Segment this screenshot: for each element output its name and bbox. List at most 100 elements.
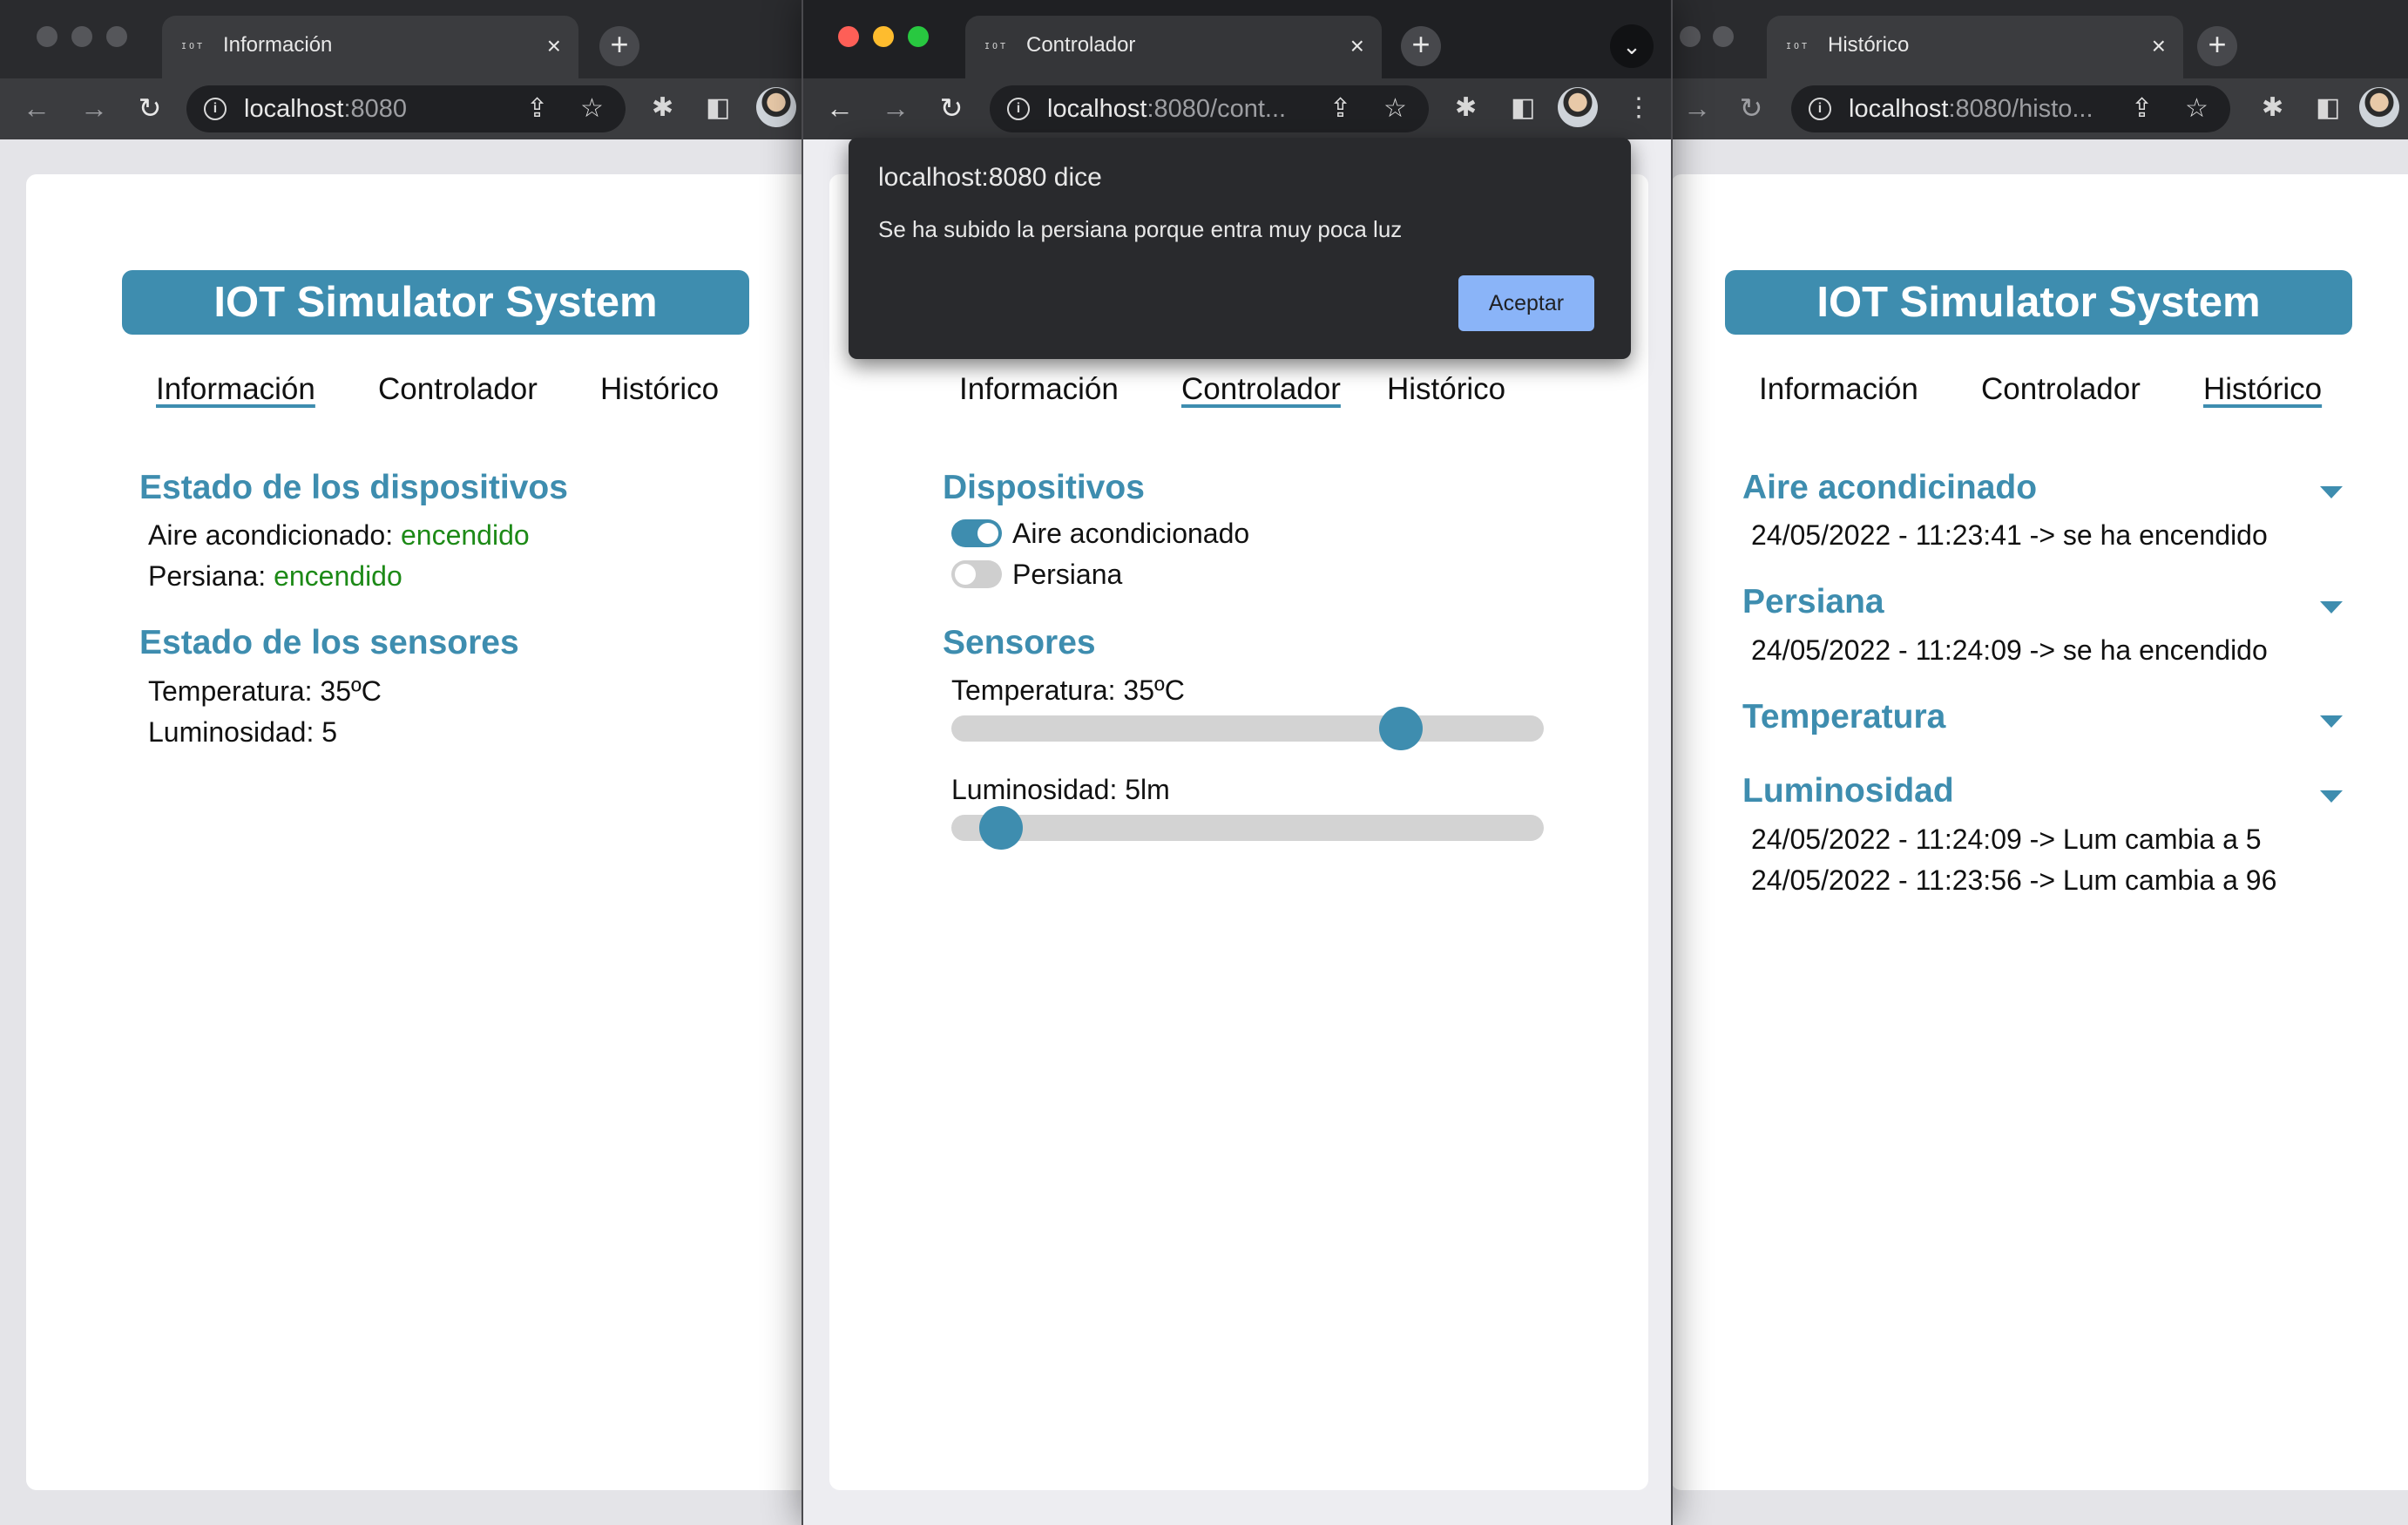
tab-strip: IOT Histórico × + [1671,0,2408,78]
close-tab-icon[interactable]: × [547,30,561,62]
tab-historico[interactable]: IOT Histórico × [1767,16,2183,78]
site-info-icon[interactable]: i [1007,98,1030,120]
address-bar[interactable]: i localhost:8080/histo... ⇪ ☆ [1791,85,2230,132]
history-entry: 24/05/2022 - 11:24:09 -> Lum cambia a 5 [1751,824,2262,855]
accept-button[interactable]: Aceptar [1458,275,1594,331]
extensions-icon[interactable]: ✱ [652,91,673,125]
side-panel-icon[interactable]: ◧ [706,91,730,125]
reload-icon[interactable]: ↻ [934,91,969,125]
close-window-button[interactable] [838,26,859,47]
extensions-icon[interactable]: ✱ [1455,91,1477,125]
share-icon[interactable]: ⇪ [2131,93,2153,125]
history-section-blind-title[interactable]: Persiana [1742,581,1884,623]
luminosity-slider-label: Luminosidad: 5lm [951,774,1170,805]
caret-down-icon[interactable] [2320,790,2343,803]
app-title-banner: IOT Simulator System [122,270,749,335]
slider-thumb[interactable] [1379,707,1424,750]
close-tab-icon[interactable]: × [2152,30,2166,62]
page-content: IOT Simulator System Información Control… [26,174,802,1490]
nav-link-controlador[interactable]: Controlador [1981,370,2141,409]
extensions-icon[interactable]: ✱ [2262,91,2283,125]
forward-arrow-icon[interactable]: → [878,91,913,125]
url-text: localhost:8080 [244,95,408,123]
blind-status: Persiana: encendido [148,560,402,592]
reload-icon[interactable]: ↻ [1734,91,1769,125]
address-bar[interactable]: i localhost:8080/cont... ⇪ ☆ [990,85,1429,132]
history-section-temperature-title[interactable]: Temperatura [1742,696,1945,738]
new-tab-button[interactable]: + [1401,26,1441,66]
browser-window-controlador: IOT Controlador × + ⌄ ← → ↻ i localhost:… [802,0,1673,1525]
blind-toggle-label: Persiana [1012,559,1123,590]
temperature-slider-label: Temperatura: 35ºC [951,674,1185,706]
history-section-luminosity-title[interactable]: Luminosidad [1742,770,1954,812]
forward-arrow-icon[interactable]: → [1680,91,1715,125]
air-conditioner-toggle[interactable] [951,519,1002,547]
alert-dialog: localhost:8080 dice Se ha subido la pers… [849,138,1631,359]
profile-avatar[interactable] [756,87,796,127]
zoom-window-button[interactable] [908,26,929,47]
side-panel-icon[interactable]: ◧ [1511,91,1535,125]
bookmark-star-icon[interactable]: ☆ [1383,93,1407,125]
history-section-air-title[interactable]: Aire acondicinado [1742,467,2037,509]
sensors-status-title: Estado de los sensores [139,624,519,661]
luminosity-slider[interactable] [951,806,1544,850]
minimize-window-button[interactable] [1680,26,1701,47]
nav-link-historico[interactable]: Histórico [1387,370,1505,409]
air-status-value: encendido [400,519,530,551]
url-text: localhost:8080/histo... [1849,95,2093,123]
tab-title: Controlador [1026,33,1136,57]
page-content: IOT Simulator System Información Control… [1671,174,2408,1490]
site-info-icon[interactable]: i [1809,98,1831,120]
close-tab-icon[interactable]: × [1350,30,1364,62]
zoom-window-button[interactable] [106,26,127,47]
close-window-button[interactable] [37,26,57,47]
nav-link-informacion[interactable]: Información [959,370,1119,409]
caret-down-icon[interactable] [2320,715,2343,728]
profile-avatar[interactable] [2359,87,2399,127]
profile-avatar[interactable] [1558,87,1598,127]
tab-search-chevron-icon[interactable]: ⌄ [1610,24,1654,68]
air-conditioner-status: Aire acondicionado: encendido [148,519,530,551]
caret-down-icon[interactable] [2320,486,2343,498]
site-info-icon[interactable]: i [204,98,227,120]
blind-toggle[interactable] [951,560,1002,588]
nav-link-historico[interactable]: Histórico [2203,370,2322,409]
bookmark-star-icon[interactable]: ☆ [580,93,604,125]
bookmark-star-icon[interactable]: ☆ [2185,93,2208,125]
nav-link-controlador[interactable]: Controlador [1181,370,1341,409]
toggle-knob [977,523,998,544]
minimize-window-button[interactable] [71,26,92,47]
caret-down-icon[interactable] [2320,601,2343,613]
luminosity-reading: Luminosidad: 5 [148,716,338,748]
minimize-window-button[interactable] [873,26,894,47]
forward-arrow-icon[interactable]: → [77,91,112,125]
share-icon[interactable]: ⇪ [1329,93,1351,125]
browser-menu-icon[interactable]: ⋮ [1626,91,1652,125]
temperature-slider[interactable] [951,707,1544,750]
tab-informacion[interactable]: IOT Información × [162,16,578,78]
nav-link-informacion[interactable]: Información [1759,370,1918,409]
back-arrow-icon[interactable]: ← [822,91,857,125]
new-tab-button[interactable]: + [599,26,639,66]
share-icon[interactable]: ⇪ [526,93,548,125]
url-text: localhost:8080/cont... [1047,95,1287,123]
reload-icon[interactable]: ↻ [132,91,167,125]
dialog-title: localhost:8080 dice [878,163,1102,192]
nav-link-controlador[interactable]: Controlador [378,370,538,409]
tab-strip: IOT Información × + [0,0,802,78]
history-entry: 24/05/2022 - 11:23:41 -> se ha encendido [1751,519,2268,551]
zoom-window-button[interactable] [1713,26,1734,47]
blind-status-value: encendido [274,560,402,592]
browser-window-informacion: IOT Información × + ← → ↻ i localhost:80… [0,0,802,1525]
tab-controlador[interactable]: IOT Controlador × [965,16,1382,78]
nav-link-informacion[interactable]: Información [156,370,315,409]
side-panel-icon[interactable]: ◧ [2316,91,2340,125]
back-arrow-icon[interactable]: ← [19,91,54,125]
iot-favicon-icon: IOT [181,42,206,51]
new-tab-button[interactable]: + [2197,26,2237,66]
iot-favicon-icon: IOT [984,42,1009,51]
devices-status-title: Estado de los dispositivos [139,469,568,506]
nav-link-historico[interactable]: Histórico [600,370,719,409]
slider-thumb[interactable] [978,806,1023,850]
address-bar[interactable]: i localhost:8080 ⇪ ☆ [186,85,626,132]
